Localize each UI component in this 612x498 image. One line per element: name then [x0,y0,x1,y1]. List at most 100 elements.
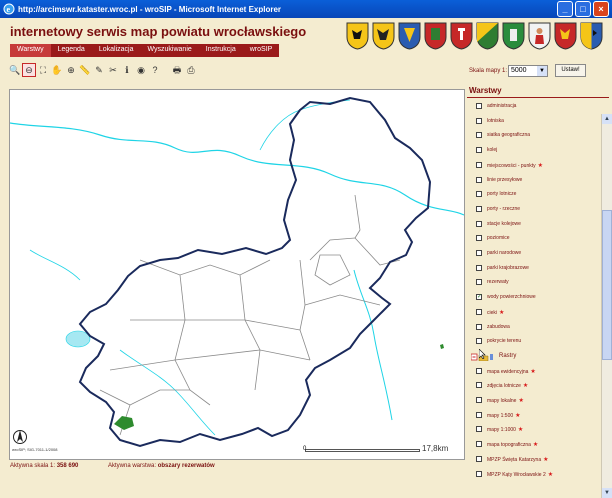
apply-scale-button[interactable]: Ustaw! [555,64,586,77]
raster-checkbox[interactable] [476,441,482,448]
layer-checkbox[interactable] [476,279,482,286]
raster-label: mapy 1:500 ★ [487,412,521,419]
raster-item[interactable]: MPZP Święta Katarzyna ★ [475,454,601,466]
layer-label: parki krajobrazowe [487,264,529,271]
raster-checkbox[interactable] [476,426,482,433]
raster-item[interactable]: mapa topograficzna ★ [475,439,601,451]
raster-item[interactable]: mapy lokalne ★ [475,395,601,407]
layer-item[interactable]: parki narodowe [475,248,601,260]
tab-wrosip[interactable]: wroSIP [243,44,280,57]
raster-checkbox[interactable] [476,382,482,389]
zoom-in-icon[interactable]: 🔍 [9,64,21,76]
raster-item[interactable]: MPZP Kąty Wrocławskie 2 ★ [475,469,601,481]
panel-scrollbar[interactable]: ▲ ▼ [601,114,612,498]
layer-item[interactable]: kolej [475,145,601,157]
layer-item[interactable]: rezerwaty [475,277,601,289]
layer-item[interactable]: miejscowości - punkty ★ [475,160,601,172]
scale-select[interactable]: 5000 ▼ [508,65,548,77]
crest-green-icon[interactable] [424,22,447,50]
print-icon[interactable]: 🖶 [171,64,183,76]
layer-label: parki narodowe [487,250,522,256]
crest-blue-icon[interactable] [398,22,421,50]
chevron-down-icon[interactable]: ▼ [537,66,547,76]
crest-black-eagle-icon[interactable] [372,22,395,50]
tab-legenda[interactable]: Legenda [51,44,92,57]
minimize-button[interactable]: _ [557,1,573,17]
layer-item[interactable]: zabudowa [475,322,601,334]
crest-eagle-icon[interactable] [346,22,369,50]
layer-item[interactable]: pokrycie terenu [475,336,601,348]
crest-tower-icon[interactable] [502,22,525,50]
layer-item[interactable]: porty - rzeczne [475,204,601,216]
raster-item[interactable]: mapy 1:500 ★ [475,410,601,422]
tab-warstwy[interactable]: Warstwy [10,44,51,57]
crest-yellow-icon[interactable] [554,22,577,50]
layer-checkbox[interactable] [476,308,482,315]
query-icon[interactable]: ✎ [93,64,105,76]
measure-icon[interactable]: 📏 [79,64,91,76]
raster-item[interactable]: mapa ewidencyjna ★ [475,366,601,378]
layer-checkbox[interactable] [476,132,482,139]
full-extent-icon[interactable]: ⛶ [37,64,49,76]
identify-icon[interactable]: ◉ [135,64,147,76]
raster-checkbox[interactable] [476,367,482,374]
scalebar-end: 17,8km [422,444,449,453]
scroll-up-icon[interactable]: ▲ [602,114,612,124]
close-button[interactable]: × [593,1,609,17]
tab-instrukcja[interactable]: Instrukcja [199,44,243,57]
layer-item[interactable]: poziomice [475,233,601,245]
panel-title: Warstwy [469,86,502,95]
raster-checkbox[interactable] [476,411,482,418]
layer-checkbox[interactable] [476,220,482,227]
layer-checkbox[interactable] [476,147,482,154]
raster-item[interactable]: mapy 1:1000 ★ [475,424,601,436]
tab-lokalizacja[interactable]: Lokalizacja [92,44,141,57]
star-icon: ★ [517,427,524,434]
export-icon[interactable]: ⎙ [185,64,197,76]
tab-wyszukiwanie[interactable]: Wyszukiwanie [140,44,198,57]
raster-checkbox[interactable] [476,397,482,403]
layer-item[interactable]: lotniska [475,116,601,128]
scroll-down-icon[interactable]: ▼ [602,488,612,498]
layer-checkbox[interactable] [476,191,482,198]
crest-red-icon[interactable] [450,22,473,50]
zoom-layer-icon[interactable]: ⊕ [65,64,77,76]
layer-checkbox[interactable] [476,264,482,271]
layer-checkbox[interactable] [476,205,482,212]
layer-checkbox[interactable] [476,117,482,124]
crest-last-icon[interactable] [580,22,603,50]
layer-checkbox[interactable] [476,323,482,330]
raster-checkbox[interactable] [476,455,482,462]
layer-checkbox[interactable] [476,250,482,256]
crest-split-icon[interactable] [476,22,499,50]
layer-checkbox[interactable] [476,338,482,345]
layer-item[interactable]: cieki ★ [475,307,601,319]
pan-hand-icon[interactable]: ✋ [51,64,63,76]
raster-item[interactable]: zdjęcia lotnicze ★ [475,380,601,392]
scroll-thumb[interactable] [602,210,612,360]
layer-checkbox[interactable] [476,161,482,168]
select-icon[interactable]: ✂ [107,64,119,76]
crest-saint-icon[interactable] [528,22,551,50]
zoom-out-icon[interactable]: ⊖ [22,63,36,77]
layer-checkbox[interactable]: ✓ [476,294,482,301]
layer-checkbox[interactable] [476,176,482,183]
map-canvas[interactable]: wroSIP; SIG-7011-1/2008 0 17,8km [9,89,465,460]
maximize-button[interactable]: □ [575,1,591,17]
raster-checkbox[interactable] [476,470,482,477]
river-odra [10,122,464,216]
active-layer-status: Aktywna warstwa: obszary rezerwatów [108,463,215,469]
layer-checkbox[interactable] [476,103,482,109]
info-icon[interactable]: ℹ [121,64,133,76]
layer-item[interactable]: porty lotnicze [475,189,601,201]
layer-checkbox[interactable] [476,235,482,242]
raster-group[interactable]: Rastry [471,351,597,363]
layer-item[interactable]: siatka geograficzna [475,130,601,142]
layer-item[interactable]: parki krajobrazowe [475,263,601,275]
layer-item[interactable]: administracja [475,101,601,113]
layer-item[interactable]: linie przesyłowe [475,175,601,187]
layer-item[interactable]: stacje kolejowe [475,219,601,231]
map-drawing[interactable] [10,90,464,459]
layer-item[interactable]: ✓ wody powierzchniowe [475,292,601,304]
help-icon[interactable]: ? [149,64,161,76]
